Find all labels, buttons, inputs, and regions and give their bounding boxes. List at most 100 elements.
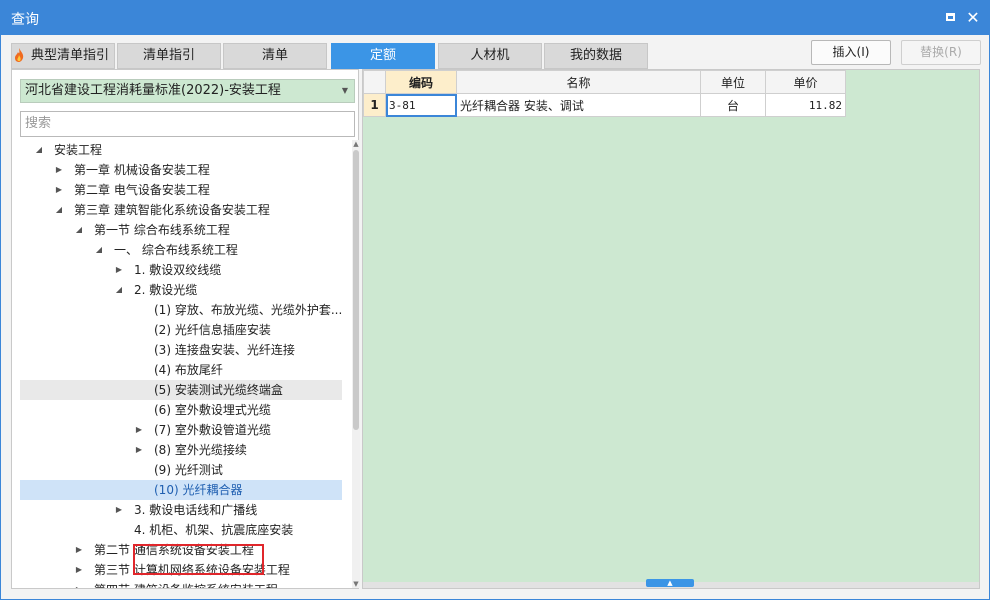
- horizontal-splitter[interactable]: ▲: [363, 579, 979, 588]
- title-bar[interactable]: 查询 ✕: [1, 1, 989, 35]
- collapsed-arrow-icon[interactable]: ▶: [74, 540, 84, 560]
- tree-item-label: (10) 光纤耦合器: [154, 483, 243, 497]
- vertical-scrollbar[interactable]: ▲ ▼: [352, 140, 360, 588]
- fire-icon: [15, 48, 24, 62]
- tab-label: 典型清单指引: [30, 48, 109, 63]
- expanded-arrow-icon[interactable]: ◢: [114, 280, 124, 300]
- price-cell[interactable]: 11.82: [765, 93, 846, 117]
- query-dialog: 查询 ✕ 典型清单指引 清单指引 清单 定额 人材机 我的数据 插入(I) 替换…: [0, 0, 990, 600]
- scroll-down-icon[interactable]: ▼: [352, 580, 360, 588]
- unit-cell[interactable]: 台: [700, 93, 766, 117]
- tree-item[interactable]: ▶ (8) 室外光缆接续: [20, 440, 342, 460]
- table-row[interactable]: 1 3-81 光纤耦合器 安装、调试 台 11.82: [363, 93, 846, 117]
- tree-item-label: (1) 穿放、布放光缆、光缆外护套...: [154, 303, 342, 317]
- tab-bill[interactable]: 清单: [223, 43, 327, 69]
- tree-item[interactable]: ◢ 第三章 建筑智能化系统设备安装工程: [20, 200, 342, 220]
- tree-item[interactable]: (2) 光纤信息插座安装: [20, 320, 342, 340]
- tab-my-data[interactable]: 我的数据: [544, 43, 648, 69]
- quota-library-select[interactable]: 河北省建设工程消耗量标准(2022)-安装工程 ▼: [20, 79, 355, 103]
- tab-label: 清单指引: [142, 48, 195, 63]
- search-placeholder: 搜索: [25, 116, 52, 131]
- insert-button[interactable]: 插入(I): [811, 40, 891, 65]
- tree-item-label: 第二章 电气设备安装工程: [74, 183, 210, 197]
- tree-item-label: (7) 室外敷设管道光缆: [154, 423, 271, 437]
- tree-item-label: (4) 布放尾纤: [154, 363, 223, 377]
- quota-tree: ◢ 安装工程 ▶ 第一章 机械设备安装工程 ▶ 第二章 电气设备安装工程 ◢ 第三章 建筑智能…: [12, 140, 342, 588]
- tree-item-label: 第一节 综合布线系统工程: [94, 223, 230, 237]
- quota-grid-panel: 编码 名称 单位 单价 1 3-81 光纤耦合器 安装、调试 台 11.82 ▲: [362, 69, 980, 589]
- tree-item[interactable]: (6) 室外敷设埋式光缆: [20, 400, 342, 420]
- expanded-arrow-icon[interactable]: ◢: [54, 200, 64, 220]
- tree-item[interactable]: ▶ 第二章 电气设备安装工程: [20, 180, 342, 200]
- tree-item[interactable]: (3) 连接盘安装、光纤连接: [20, 340, 342, 360]
- tree-item[interactable]: (9) 光纤测试: [20, 460, 342, 480]
- tree-item[interactable]: ◢ 2. 敷设光缆: [20, 280, 342, 300]
- tab-label: 清单: [261, 48, 288, 63]
- quota-library-value: 河北省建设工程消耗量标准(2022)-安装工程: [25, 83, 281, 98]
- tree-item-label: 第一章 机械设备安装工程: [74, 163, 210, 177]
- tree-item[interactable]: ◢ 安装工程: [20, 140, 342, 160]
- tab-label: 定额: [369, 48, 396, 63]
- tree-item[interactable]: ◢ 第一节 综合布线系统工程: [20, 220, 342, 240]
- collapsed-arrow-icon[interactable]: ▶: [114, 500, 124, 520]
- tab-label: 我的数据: [569, 48, 622, 63]
- code-cell[interactable]: 3-81: [385, 93, 457, 117]
- tab-label: 人材机: [470, 48, 510, 63]
- tab-labor-material-machine[interactable]: 人材机: [438, 43, 542, 69]
- tree-item[interactable]: 4. 机柜、机架、抗震底座安装: [20, 520, 342, 540]
- collapsed-arrow-icon[interactable]: ▶: [54, 180, 64, 200]
- collapsed-arrow-icon[interactable]: ▶: [74, 560, 84, 580]
- name-column-header[interactable]: 名称: [456, 70, 701, 94]
- scroll-up-icon[interactable]: ▲: [352, 140, 360, 148]
- expanded-arrow-icon[interactable]: ◢: [34, 140, 44, 160]
- close-icon[interactable]: ✕: [965, 10, 981, 26]
- tree-item-label: 4. 机柜、机架、抗震底座安装: [134, 523, 294, 537]
- tree-item-label: (5) 安装测试光缆终端盒: [154, 383, 283, 397]
- row-number: 1: [363, 93, 386, 117]
- tree-item-label: (8) 室外光缆接续: [154, 443, 247, 457]
- tree-item-label: (2) 光纤信息插座安装: [154, 323, 271, 337]
- window-title: 查询: [11, 12, 39, 28]
- tree-item-label: (6) 室外敷设埋式光缆: [154, 403, 271, 417]
- row-number-header: [363, 70, 386, 94]
- tree-item-label: 安装工程: [54, 143, 103, 157]
- scrollbar-thumb[interactable]: [353, 150, 359, 430]
- code-column-header[interactable]: 编码: [385, 70, 457, 94]
- tree-item[interactable]: ▶ 1. 敷设双绞线缆: [20, 260, 342, 280]
- quota-tree-panel: 河北省建设工程消耗量标准(2022)-安装工程 ▼ 搜索 ◢ 安装工程 ▶ 第一章 机…: [11, 69, 360, 589]
- tree-item[interactable]: (10) 光纤耦合器: [20, 480, 342, 500]
- collapsed-arrow-icon[interactable]: ▶: [134, 440, 144, 460]
- expanded-arrow-icon[interactable]: ◢: [94, 240, 104, 260]
- tree-item[interactable]: (4) 布放尾纤: [20, 360, 342, 380]
- unit-column-header[interactable]: 单位: [700, 70, 766, 94]
- tree-item-label: 2. 敷设光缆: [134, 283, 198, 297]
- tab-quota[interactable]: 定额: [331, 43, 435, 69]
- tab-typical-bill-guide[interactable]: 典型清单指引: [11, 43, 115, 69]
- expanded-arrow-icon[interactable]: ◢: [74, 220, 84, 240]
- quota-grid: 编码 名称 单位 单价 1 3-81 光纤耦合器 安装、调试 台 11.82: [363, 70, 846, 117]
- tree-item[interactable]: (5) 安装测试光缆终端盒: [20, 380, 342, 400]
- maximize-icon[interactable]: [942, 10, 958, 26]
- name-cell[interactable]: 光纤耦合器 安装、调试: [456, 93, 701, 117]
- tab-bill-guide[interactable]: 清单指引: [117, 43, 221, 69]
- tree-item-label: (3) 连接盘安装、光纤连接: [154, 343, 295, 357]
- tree-item-label: 第四节 建筑设备监控系统安装工程: [94, 580, 278, 588]
- replace-button[interactable]: 替换(R): [901, 40, 981, 65]
- tree-item[interactable]: (1) 穿放、布放光缆、光缆外护套...: [20, 300, 342, 320]
- tree-item[interactable]: ▶ 第一章 机械设备安装工程: [20, 160, 342, 180]
- tree-item-label: 3. 敷设电话线和广播线: [134, 503, 258, 517]
- tree-item[interactable]: ▶ 第四节 建筑设备监控系统安装工程: [20, 580, 342, 588]
- collapsed-arrow-icon[interactable]: ▶: [74, 580, 84, 588]
- search-input[interactable]: 搜索: [20, 111, 355, 137]
- tree-item-label: 一、 综合布线系统工程: [114, 243, 238, 257]
- collapsed-arrow-icon[interactable]: ▶: [54, 160, 64, 180]
- tree-item-label: (9) 光纤测试: [154, 463, 223, 477]
- tree-item[interactable]: ▶ (7) 室外敷设管道光缆: [20, 420, 342, 440]
- collapsed-arrow-icon[interactable]: ▶: [114, 260, 124, 280]
- chevron-up-icon[interactable]: ▲: [646, 579, 694, 587]
- tree-item[interactable]: ◢ 一、 综合布线系统工程: [20, 240, 342, 260]
- collapsed-arrow-icon[interactable]: ▶: [134, 420, 144, 440]
- price-column-header[interactable]: 单价: [765, 70, 846, 94]
- tree-item-label: 第三章 建筑智能化系统设备安装工程: [74, 203, 270, 217]
- tree-item[interactable]: ▶ 3. 敷设电话线和广播线: [20, 500, 342, 520]
